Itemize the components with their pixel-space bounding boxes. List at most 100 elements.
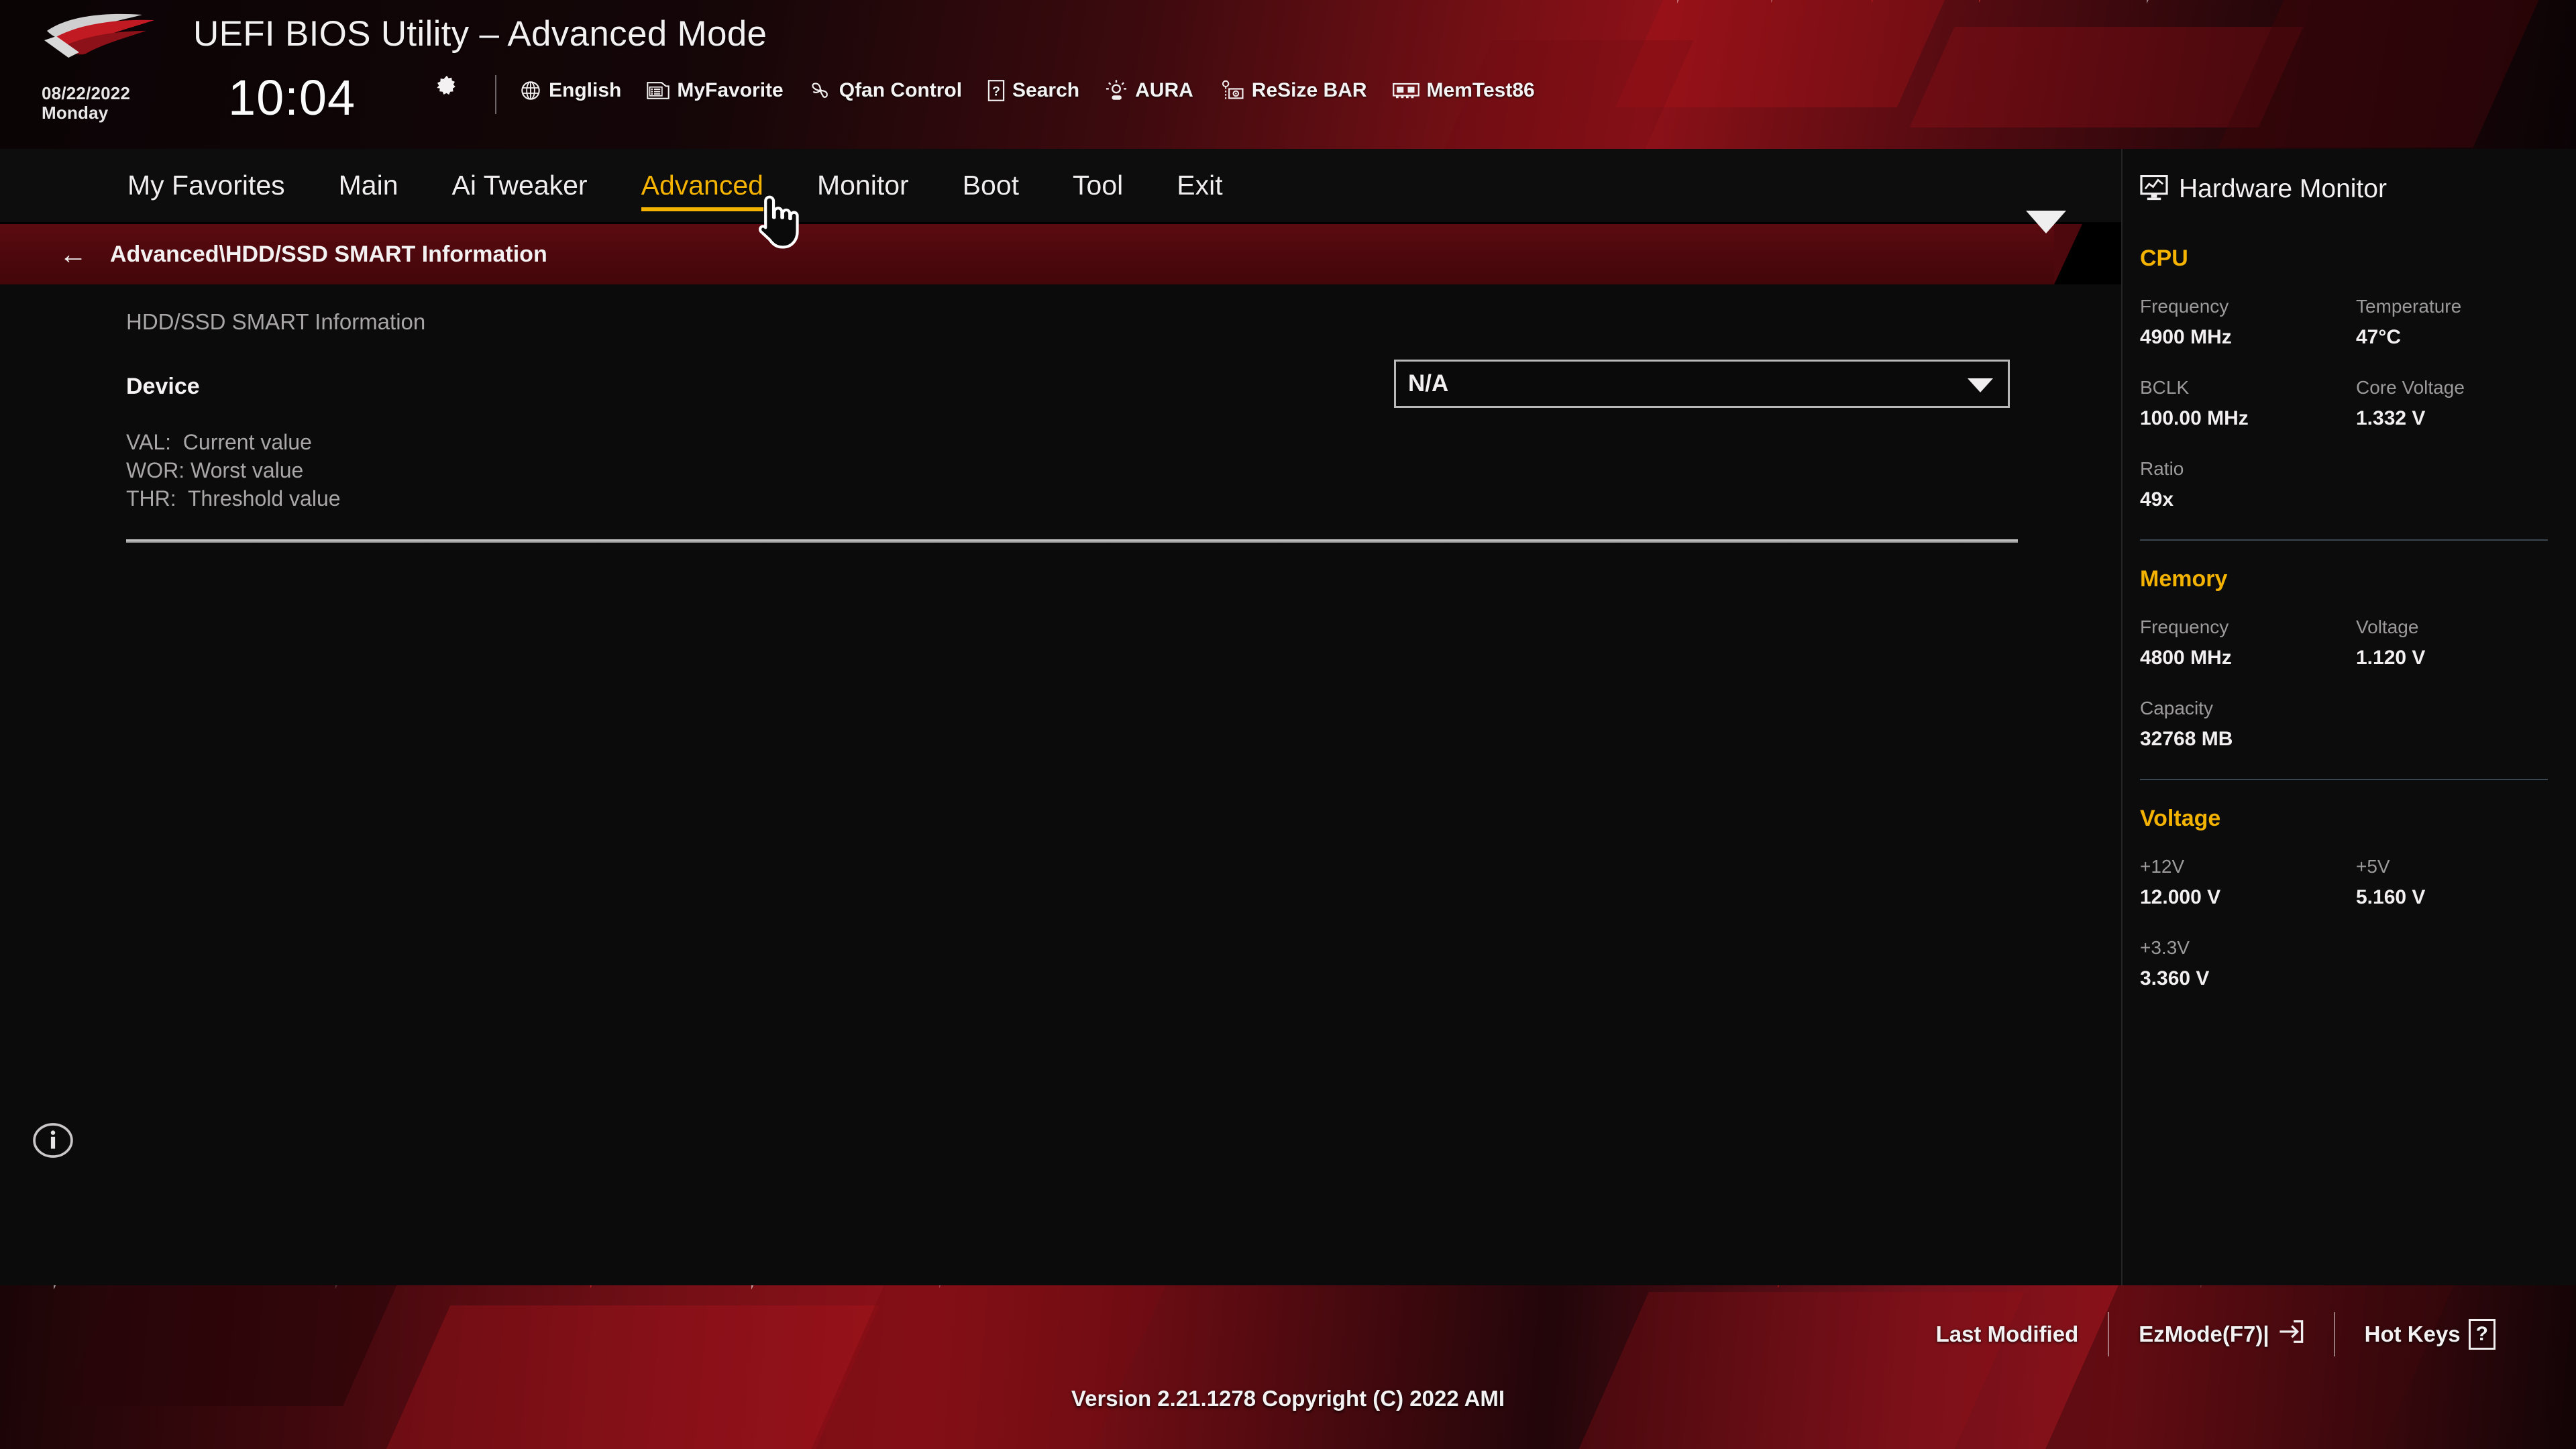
hw-value: 49x [2140,488,2174,511]
version-text: Version 2.21.1278 Copyright (C) 2022 AMI [1071,1386,1505,1411]
hw-cell-memory-frequency: Frequency 4800 MHz [2140,616,2356,669]
tool-label: English [549,79,622,101]
device-select[interactable]: N/A [1394,360,2010,408]
hw-key: Capacity [2140,698,2213,718]
hw-value: 5.160 V [2356,886,2426,908]
hw-value: 1.332 V [2356,407,2426,429]
tab-exit[interactable]: Exit [1150,149,1249,222]
ezmode-label: EzMode(F7)| [2139,1322,2269,1346]
hw-group-cpu: CPU [2140,246,2188,271]
hw-value: 32768 MB [2140,728,2233,750]
fan-icon [809,80,832,101]
tool-qfan-control[interactable]: Qfan Control [809,79,962,102]
tab-tool[interactable]: Tool [1046,149,1150,222]
hw-value: 4900 MHz [2140,326,2232,348]
tool-label: MemTest86 [1426,79,1535,101]
tool-myfavorite[interactable]: MyFavorite [647,79,784,102]
hw-cell-cpu-frequency: Frequency 4900 MHz [2140,296,2356,349]
value-legend: VAL: Current value WOR: Worst value THR:… [126,429,341,513]
hw-row: Capacity 32768 MB [2123,698,2576,751]
tool-label: MyFavorite [677,79,784,101]
exit-arrow-icon [2277,1320,2304,1349]
date-block: 08/22/2022 Monday [42,83,131,123]
svg-text:?: ? [992,84,1000,99]
hw-key: Voltage [2356,616,2419,637]
rog-logo [44,13,154,58]
hw-key: +5V [2356,856,2390,877]
gear-icon[interactable] [433,74,461,102]
hw-value: 1.120 V [2356,647,2426,669]
hw-row: Ratio 49x [2123,458,2576,511]
header-tools: English MyFavorite Qfan Control ? Search [520,79,1535,102]
tab-monitor[interactable]: Monitor [790,149,936,222]
device-label: Device [126,374,200,399]
hw-key: BCLK [2140,377,2190,398]
hw-row: BCLK 100.00 MHz Core Voltage 1.332 V [2123,377,2576,430]
last-modified-button[interactable]: Last Modified [1907,1322,2108,1347]
hw-row: Frequency 4800 MHz Voltage 1.120 V [2123,616,2576,669]
lightbulb-icon [1105,79,1128,102]
header-divider [495,75,496,114]
hw-group-voltage: Voltage [2140,806,2221,831]
bios-screen: UEFI BIOS Utility – Advanced Mode 08/22/… [0,0,2576,1449]
legend-wor: WOR: Worst value [126,458,304,482]
footer-bar: Last Modified EzMode(F7)| Hot Keys ? Ver… [0,1285,2576,1449]
monitor-graph-icon [2140,174,2168,204]
ezmode-button[interactable]: EzMode(F7)| [2109,1320,2333,1349]
hw-cell-5v: +5V 5.160 V [2356,856,2572,909]
globe-icon [520,80,541,101]
breadcrumb[interactable]: ← Advanced\HDD/SSD SMART Information [0,224,2054,284]
hw-key: Core Voltage [2356,377,2465,398]
hw-cell-cpu-temperature: Temperature 47°C [2356,296,2572,349]
tool-aura[interactable]: AURA [1105,79,1193,102]
hw-key: Frequency [2140,616,2229,637]
gpu-chip-icon [1219,79,1244,102]
hardware-monitor-title-text: Hardware Monitor [2179,174,2387,203]
last-modified-label: Last Modified [1935,1322,2079,1346]
hw-key: Temperature [2356,296,2462,317]
hw-group-memory: Memory [2140,566,2228,592]
tool-search[interactable]: ? Search [987,79,1079,102]
header-bar: UEFI BIOS Utility – Advanced Mode 08/22/… [0,0,2576,149]
footer-actions: Last Modified EzMode(F7)| Hot Keys ? [1907,1312,2525,1356]
tool-memtest86[interactable]: MemTest86 [1392,79,1535,102]
content-area: HDD/SSD SMART Information Device N/A VAL… [0,284,2121,1285]
chevron-down-icon[interactable] [1968,378,1993,392]
hw-cell-cpu-ratio: Ratio 49x [2140,458,2356,511]
tab-my-favorites[interactable]: My Favorites [101,149,312,222]
back-arrow-icon[interactable]: ← [59,240,87,268]
hw-key: Ratio [2140,458,2184,479]
hw-row: Frequency 4900 MHz Temperature 47°C [2123,296,2576,349]
chevron-down-icon [2026,211,2066,233]
date-text: 08/22/2022 [42,83,131,103]
header-decoration [2218,0,2545,148]
tool-label: AURA [1135,79,1193,101]
tool-english[interactable]: English [520,79,621,102]
hw-cell-memory-capacity: Capacity 32768 MB [2140,698,2356,751]
hw-separator [2140,779,2548,780]
hw-cell-cpu-core-voltage: Core Voltage 1.332 V [2356,377,2572,430]
hw-value: 12.000 V [2140,886,2221,908]
hw-cell-memory-voltage: Voltage 1.120 V [2356,616,2572,669]
hw-cell-cpu-bclk: BCLK 100.00 MHz [2140,377,2356,430]
hw-key: Frequency [2140,296,2229,317]
tab-advanced[interactable]: Advanced [614,149,790,222]
hotkeys-button[interactable]: Hot Keys ? [2335,1319,2525,1350]
tool-label: ReSize BAR [1251,79,1367,101]
tab-boot[interactable]: Boot [936,149,1046,222]
tool-resize-bar[interactable]: ReSize BAR [1219,79,1367,102]
hw-row: +12V 12.000 V +5V 5.160 V [2123,856,2576,909]
footer-decoration [2037,1285,2457,1449]
tool-label: Search [1012,79,1080,101]
hotkeys-label: Hot Keys [2364,1322,2461,1346]
hw-cell-12v: +12V 12.000 V [2140,856,2356,909]
info-icon[interactable] [32,1120,74,1161]
hw-value: 3.360 V [2140,967,2210,989]
footer-decoration [381,1305,880,1449]
tab-ai-tweaker[interactable]: Ai Tweaker [425,149,614,222]
tab-main[interactable]: Main [312,149,425,222]
weekday-text: Monday [42,103,109,123]
content-divider [126,539,2018,543]
page-title: HDD/SSD SMART Information [126,309,426,334]
hw-row: +3.3V 3.360 V [2123,937,2576,990]
